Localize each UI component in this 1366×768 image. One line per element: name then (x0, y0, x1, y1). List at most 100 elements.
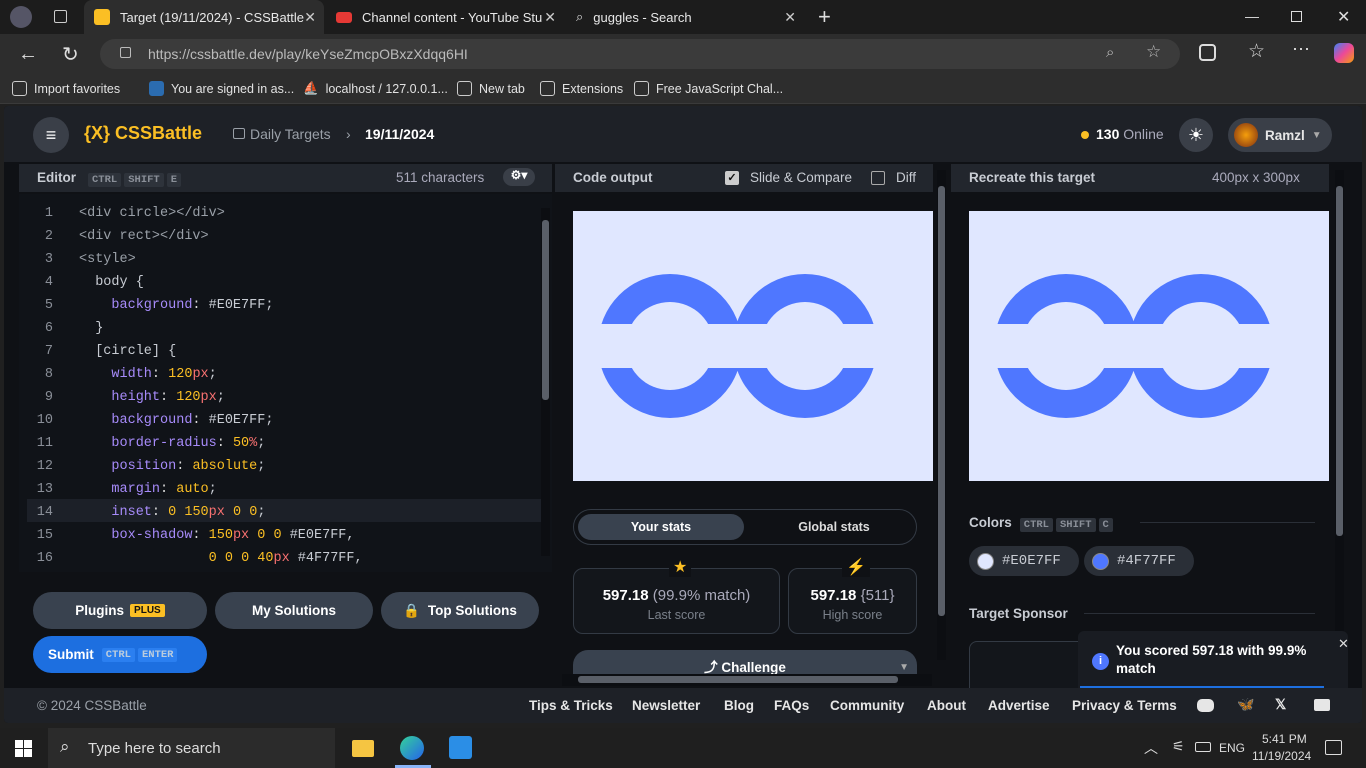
user-menu[interactable]: Ramzl ▼ (1228, 118, 1332, 152)
bookmark-new-tab[interactable]: New tab (457, 81, 525, 96)
refresh-icon[interactable]: ↻ (62, 42, 79, 67)
menu-button[interactable]: ≡ (33, 117, 69, 153)
submit-button[interactable]: Submit CTRL ENTER (33, 636, 207, 673)
twitter-icon[interactable]: 𝕏 (1275, 696, 1286, 713)
bookmark-import[interactable]: Import favorites (12, 81, 120, 96)
toast-message: You scored 597.18 with 99.9% match (1116, 643, 1307, 676)
lock-icon: 🔒 (403, 602, 420, 618)
close-window-icon[interactable]: ✕ (1337, 7, 1350, 27)
footer-link-faqs[interactable]: FAQs (774, 698, 809, 713)
code-line: <style> (79, 252, 136, 267)
clock-date[interactable]: 11/19/2024 (1252, 749, 1311, 763)
my-solutions-button[interactable]: My Solutions (215, 592, 373, 629)
target-scrollbar[interactable] (1335, 170, 1344, 660)
horizontal-scrollbar[interactable] (562, 674, 932, 686)
colors-section: Colors CTRL SHIFT C (969, 515, 1113, 532)
footer-link-community[interactable]: Community (830, 698, 904, 713)
vscode-icon[interactable] (449, 736, 472, 759)
footer-link-about[interactable]: About (927, 698, 966, 713)
line-number: 15 (36, 528, 53, 543)
tab-your-stats[interactable]: Your stats (578, 514, 744, 540)
score-toast[interactable]: i You scored 597.18 with 99.9% match ✕ (1078, 631, 1349, 691)
tab-youtube[interactable]: Channel content - YouTube Studio ✕ (326, 0, 564, 34)
editor-scrollbar[interactable] (541, 208, 550, 556)
tab-global-stats[interactable]: Global stats (754, 514, 914, 540)
stats-tabs: Your stats Global stats (573, 509, 917, 545)
bookmark-signed-in[interactable]: You are signed in as... (149, 81, 294, 96)
plugins-button[interactable]: Plugins PLUS (33, 592, 207, 629)
taskbar-search[interactable]: ⌕ Type here to search (48, 728, 335, 768)
color-swatch-bg[interactable]: #E0E7FF (969, 546, 1079, 576)
online-count: 130 Online (1096, 126, 1164, 142)
bluesky-icon[interactable]: 🦋 (1237, 696, 1254, 713)
battery-icon[interactable] (1195, 742, 1211, 752)
line-number: 2 (44, 229, 53, 244)
star-icon[interactable]: ☆ (1146, 42, 1161, 62)
top-solutions-button[interactable]: 🔒 Top Solutions (381, 592, 539, 629)
footer-link-tips[interactable]: Tips & Tricks (529, 698, 613, 713)
close-tab-icon[interactable]: ✕ (784, 9, 796, 26)
code-line: height: 120px; (111, 390, 225, 405)
tab-search[interactable]: ⌕ guggles - Search ✕ (566, 0, 804, 34)
address-bar[interactable]: https://cssbattle.dev/play/keYseZmcpOBxz… (100, 39, 1180, 69)
notification-icon[interactable] (1325, 740, 1342, 755)
share-icon: ⤴ (704, 660, 718, 675)
last-score-card: ★ 597.18 (99.9% match) Last score (573, 557, 780, 634)
code-editor[interactable]: 1 <div circle></div> 2 <div rect></div> 3 <st… (19, 194, 552, 572)
slide-compare-checkbox[interactable]: ✓ (725, 171, 739, 185)
last-match: (99.9% match) (652, 587, 751, 604)
code-line: body { (79, 275, 144, 290)
target-canvas[interactable] (969, 211, 1329, 481)
footer-link-privacy[interactable]: Privacy & Terms (1072, 698, 1177, 713)
wifi-icon[interactable]: ⚟ (1172, 738, 1185, 755)
close-tab-icon[interactable]: ✕ (544, 9, 556, 26)
divider (1140, 522, 1315, 523)
copilot-icon[interactable] (1334, 43, 1354, 63)
target-size: 400px x 300px (1212, 170, 1300, 185)
zoom-icon[interactable]: ⌕ (1106, 44, 1114, 61)
cssbattle-logo[interactable]: {X} CSSBattle (84, 123, 202, 144)
line-number: 16 (36, 551, 53, 566)
file-explorer-icon[interactable] (352, 740, 374, 757)
output-canvas[interactable] (573, 211, 933, 481)
more-icon[interactable]: ⋯ (1292, 39, 1310, 60)
color-swatch-accent[interactable]: #4F77FF (1084, 546, 1194, 576)
theme-toggle-button[interactable]: ☀ (1179, 118, 1213, 152)
new-tab-button[interactable]: + (818, 4, 831, 30)
line-number: 9 (44, 390, 53, 405)
favorites-icon[interactable]: ☆ (1248, 40, 1265, 63)
colors-label: Colors (969, 515, 1012, 530)
line-number: 12 (36, 459, 53, 474)
url-text[interactable]: https://cssbattle.dev/play/keYseZmcpOBxz… (148, 46, 468, 62)
footer-link-advertise[interactable]: Advertise (988, 698, 1050, 713)
clock-time[interactable]: 5:41 PM (1262, 732, 1307, 746)
footer-link-blog[interactable]: Blog (724, 698, 754, 713)
sponsor-label: Target Sponsor (969, 606, 1068, 621)
code-line: } (79, 321, 104, 336)
output-scrollbar[interactable] (937, 170, 946, 660)
diff-checkbox[interactable] (871, 171, 885, 185)
close-toast-icon[interactable]: ✕ (1338, 636, 1349, 652)
close-tab-icon[interactable]: ✕ (304, 9, 316, 26)
tab-actions-icon[interactable] (54, 10, 67, 23)
discord-icon[interactable] (1197, 699, 1214, 712)
chevron-up-icon[interactable]: ︿ (1144, 738, 1158, 758)
mail-icon[interactable] (1314, 699, 1330, 711)
bookmark-js-challenges[interactable]: Free JavaScript Chal... (634, 81, 783, 96)
bookmark-extensions[interactable]: Extensions (540, 81, 623, 96)
edge-icon[interactable] (400, 736, 424, 760)
bookmark-localhost[interactable]: ⛵ localhost / 127.0.0.1... (303, 81, 448, 96)
windows-start-icon[interactable] (15, 740, 32, 757)
code-line: inset: 0 150px 0 0; (111, 505, 266, 520)
language-indicator[interactable]: ENG (1219, 741, 1245, 755)
minimize-icon[interactable]: — (1245, 8, 1259, 24)
footer-link-newsletter[interactable]: Newsletter (632, 698, 700, 713)
breadcrumb-section[interactable]: Daily Targets (250, 126, 331, 142)
profile-avatar[interactable] (10, 6, 32, 28)
back-icon[interactable]: ← (18, 43, 38, 66)
extensions-icon[interactable] (1199, 44, 1216, 61)
tab-cssbattle[interactable]: Target (19/11/2024) - CSSBattle ✕ (84, 0, 324, 34)
restore-icon[interactable] (1291, 11, 1302, 22)
editor-title: Editor (37, 170, 76, 185)
settings-button[interactable]: ⚙▾ (503, 168, 535, 186)
